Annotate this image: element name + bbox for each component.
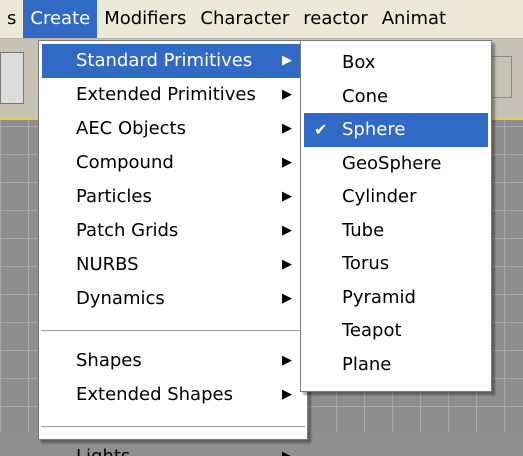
submenu-item-cylinder[interactable]: Cylinder	[304, 180, 488, 214]
menu-item-label: Patch Grids	[76, 220, 179, 241]
menu-item-label: Shapes	[76, 350, 142, 371]
submenu-item-teapot[interactable]: Teapot	[304, 314, 488, 348]
menu-item-label: Extended Primitives	[76, 84, 256, 105]
menu-item-lights[interactable]: Lights ▶	[42, 440, 304, 456]
menu-item-compound[interactable]: Compound ▶	[42, 146, 304, 180]
submenu-item-sphere[interactable]: ✔ Sphere	[304, 113, 488, 147]
menu-separator	[41, 426, 305, 427]
menu-item-particles[interactable]: Particles ▶	[42, 180, 304, 214]
create-menu: Standard Primitives ▶ Extended Primitive…	[38, 40, 308, 456]
menu-item-scripting[interactable]: s	[0, 0, 23, 38]
menu-item-extended-shapes[interactable]: Extended Shapes ▶	[42, 378, 304, 412]
submenu-arrow-icon: ▶	[282, 223, 292, 238]
menu-item-standard-primitives[interactable]: Standard Primitives ▶	[42, 44, 304, 78]
submenu-arrow-icon: ▶	[282, 87, 292, 102]
menu-item-character[interactable]: Character	[193, 0, 296, 38]
submenu-item-label: Torus	[342, 253, 390, 274]
menu-item-label: AEC Objects	[76, 118, 186, 139]
submenu-arrow-icon: ▶	[282, 291, 292, 306]
submenu-arrow-icon: ▶	[282, 440, 292, 456]
standard-primitives-submenu: Box Cone ✔ Sphere GeoSphere Cylinder Tub…	[300, 40, 492, 392]
menu-item-nurbs[interactable]: NURBS ▶	[42, 248, 304, 282]
submenu-arrow-icon: ▶	[282, 353, 292, 368]
menu-item-shapes[interactable]: Shapes ▶	[42, 344, 304, 378]
submenu-arrow-icon: ▶	[282, 189, 292, 204]
submenu-item-label: Tube	[342, 219, 385, 241]
submenu-item-label: Cone	[342, 85, 389, 107]
submenu-arrow-icon: ▶	[282, 155, 292, 170]
submenu-item-plane[interactable]: Plane	[304, 348, 488, 382]
menu-item-reactor[interactable]: reactor	[296, 0, 374, 38]
submenu-item-pyramid[interactable]: Pyramid	[304, 281, 488, 315]
submenu-item-label: Pyramid	[342, 286, 416, 308]
submenu-item-cone[interactable]: Cone	[304, 80, 488, 114]
menu-item-modifiers[interactable]: Modifiers	[97, 0, 193, 38]
menu-separator	[41, 330, 305, 331]
menu-item-animation[interactable]: Animat	[375, 0, 453, 38]
menu-item-aec-objects[interactable]: AEC Objects ▶	[42, 112, 304, 146]
submenu-item-label: Plane	[342, 353, 392, 375]
menu-item-label: Standard Primitives	[76, 50, 253, 71]
submenu-item-torus[interactable]: Torus	[304, 247, 488, 281]
submenu-arrow-icon: ▶	[282, 121, 292, 136]
menu-item-create[interactable]: Create	[23, 0, 98, 38]
submenu-item-label: Sphere	[342, 119, 406, 140]
menu-item-label: Particles	[76, 186, 152, 207]
submenu-item-geosphere[interactable]: GeoSphere	[304, 147, 488, 181]
toolbar-button[interactable]	[0, 52, 24, 104]
menu-item-dynamics[interactable]: Dynamics ▶	[42, 282, 304, 316]
submenu-item-label: Box	[342, 52, 376, 73]
submenu-item-box[interactable]: Box	[304, 46, 488, 80]
submenu-item-label: GeoSphere	[342, 152, 442, 174]
menu-item-label: Dynamics	[76, 288, 165, 309]
submenu-arrow-icon: ▶	[282, 257, 292, 272]
menu-item-label: Lights	[76, 446, 130, 456]
menu-item-label: Compound	[76, 152, 174, 173]
submenu-arrow-icon: ▶	[282, 387, 292, 402]
menu-item-label: NURBS	[76, 254, 139, 275]
menu-item-label: Extended Shapes	[76, 384, 233, 405]
menu-item-patch-grids[interactable]: Patch Grids ▶	[42, 214, 304, 248]
submenu-item-label: Cylinder	[342, 186, 417, 207]
submenu-item-label: Teapot	[342, 320, 402, 341]
check-icon: ✔	[314, 120, 328, 139]
submenu-item-tube[interactable]: Tube	[304, 214, 488, 248]
menu-item-extended-primitives[interactable]: Extended Primitives ▶	[42, 78, 304, 112]
submenu-arrow-icon: ▶	[282, 53, 292, 68]
menu-bar: s Create Modifiers Character reactor Ani…	[0, 0, 523, 39]
